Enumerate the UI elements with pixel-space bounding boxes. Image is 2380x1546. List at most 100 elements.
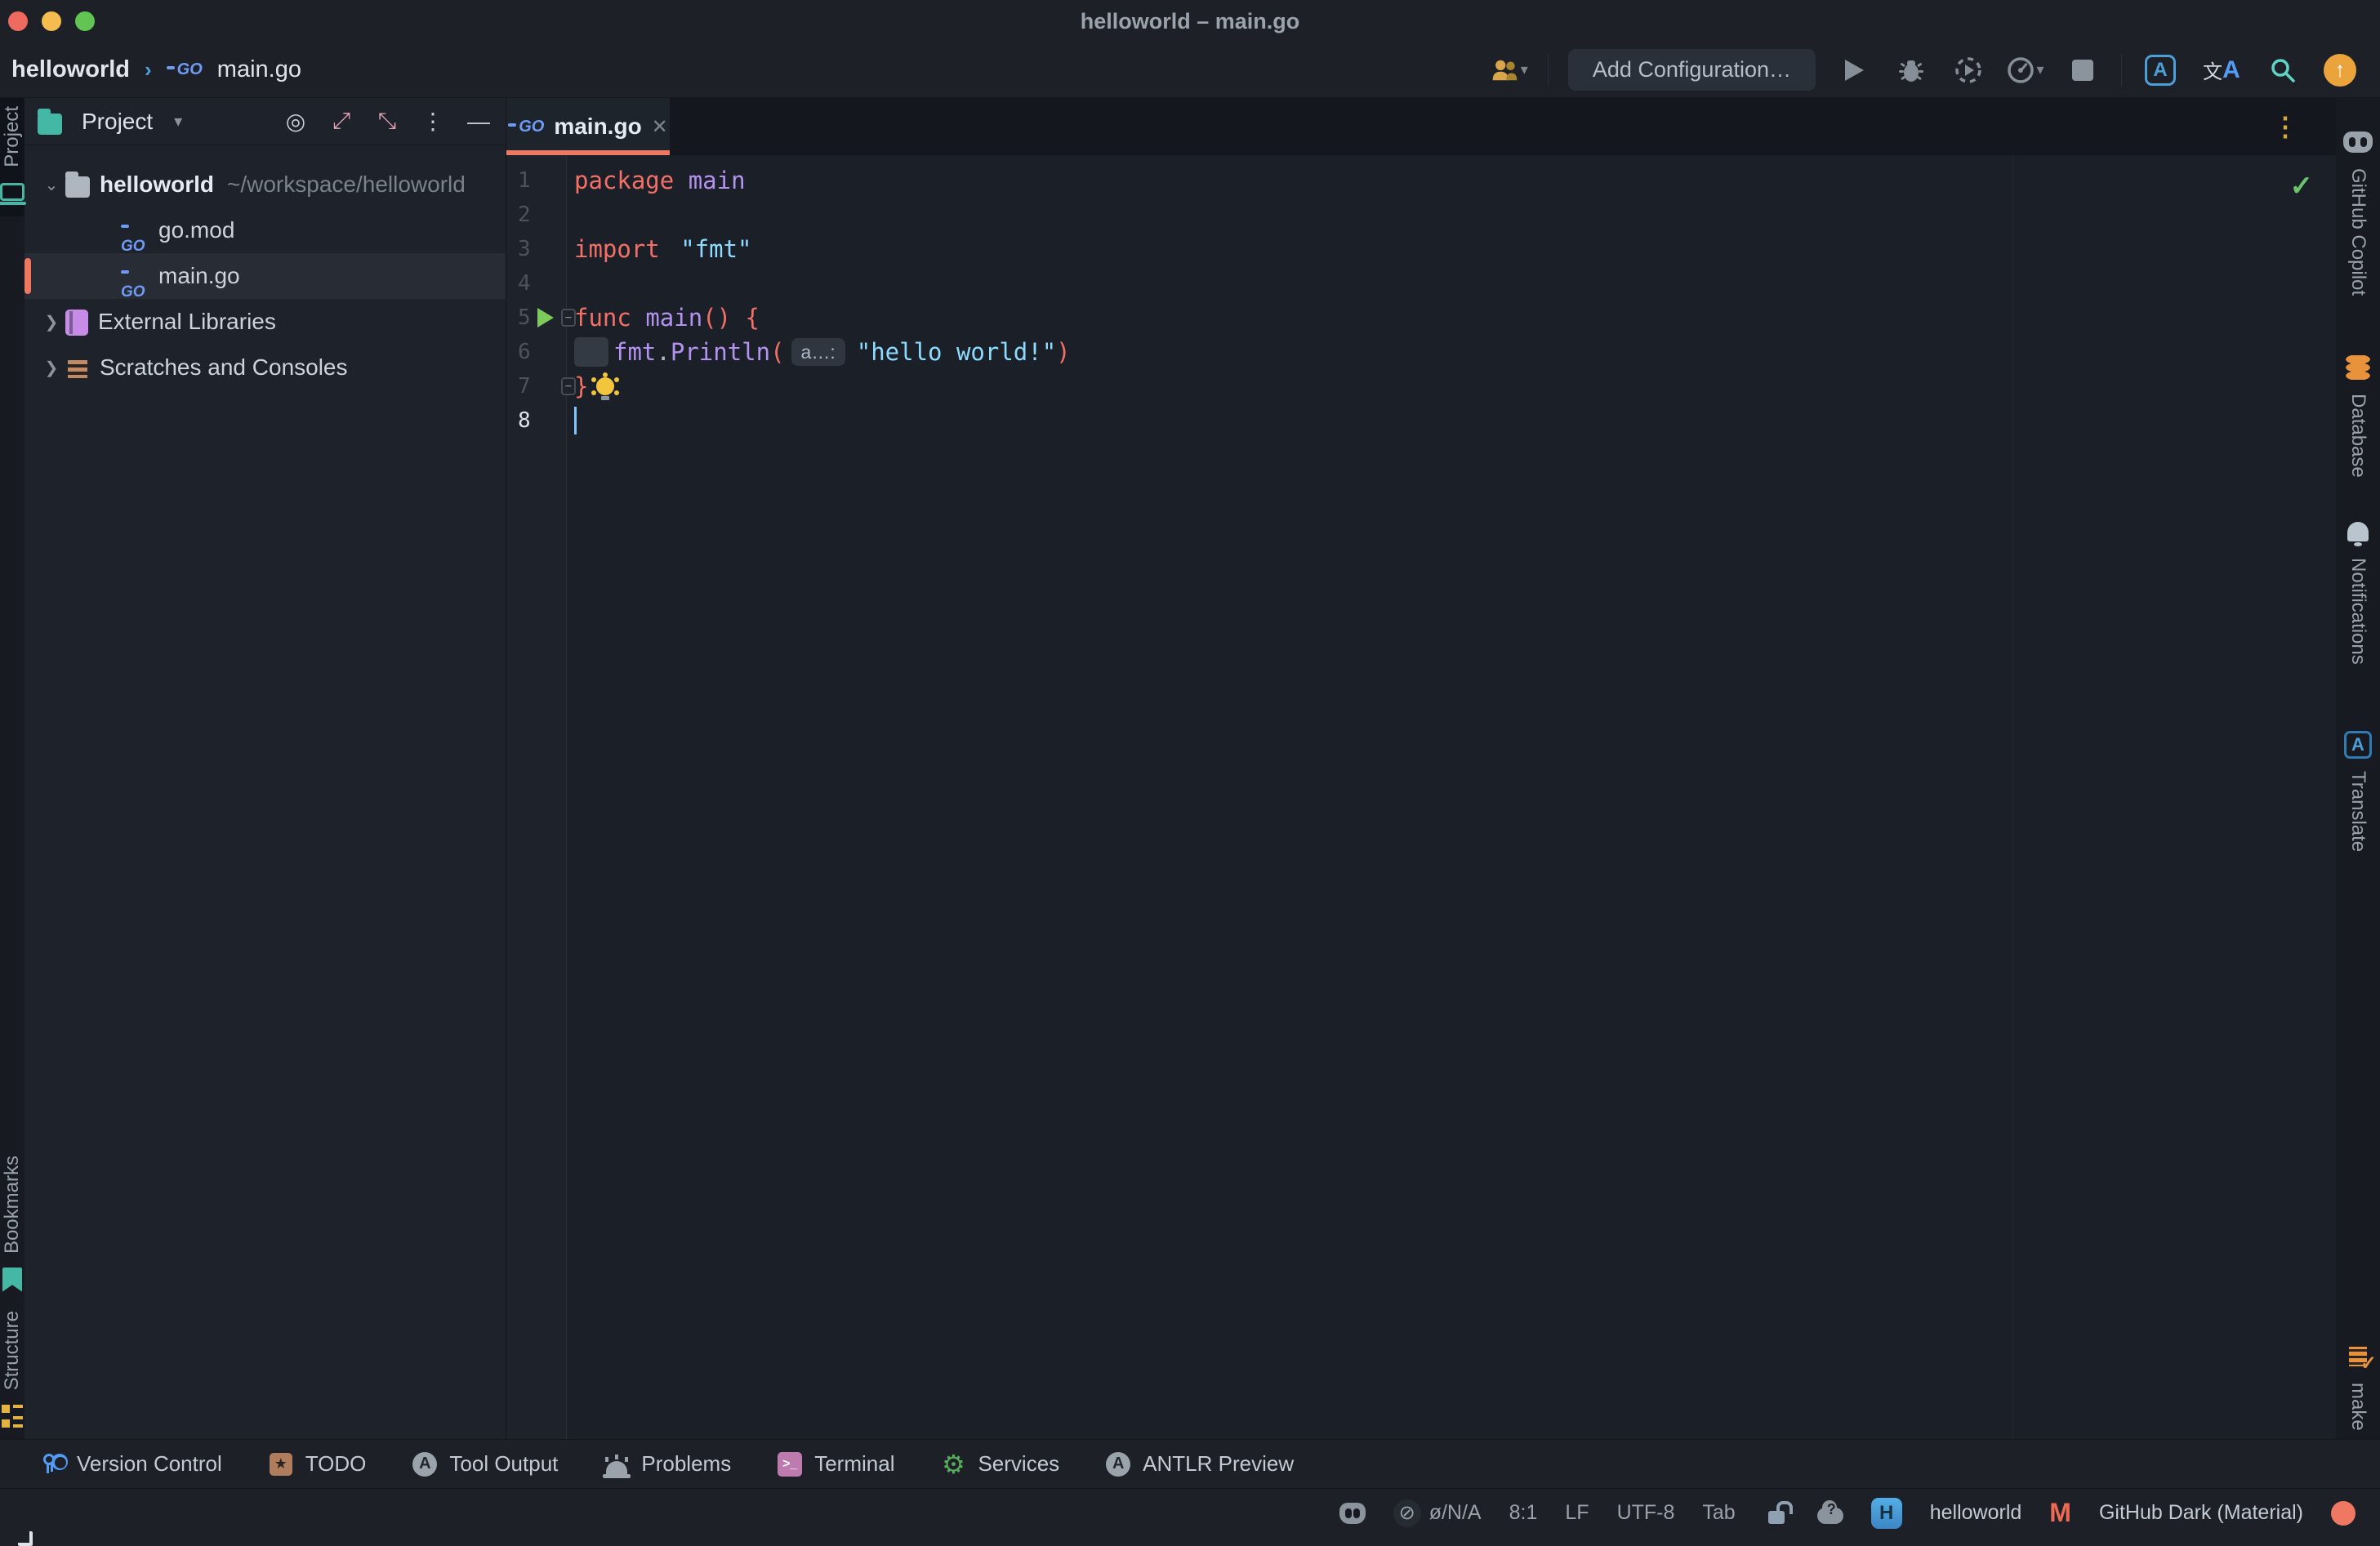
tab-main-go[interactable]: GO main.go ✕	[506, 98, 670, 155]
caret-position[interactable]: 8:1	[1509, 1501, 1538, 1525]
stripe-button-bookmarks[interactable]: Bookmarks	[0, 1147, 27, 1303]
tool-window-button-terminal[interactable]: >_Terminal	[770, 1451, 917, 1477]
tool-window-button-tool-output[interactable]: ATool Output	[405, 1451, 581, 1477]
run-with-coverage-button[interactable]	[1950, 51, 1987, 89]
code-token: fmt	[613, 335, 656, 369]
code-editor[interactable]: ✓ 1package main23import "fmt"45−func mai…	[506, 155, 2336, 1439]
code-line-8[interactable]: 8	[506, 403, 2336, 438]
line-number: 6	[506, 335, 567, 369]
theme-name[interactable]: GitHub Dark (Material)	[2099, 1501, 2303, 1525]
cloud-settings-icon[interactable]	[1817, 1500, 1843, 1526]
tool-window-button-label: ANTLR Preview	[1143, 1451, 1294, 1477]
locate-file-icon[interactable]: ◎	[282, 108, 310, 135]
code-token: package	[574, 163, 689, 198]
breadcrumb-file[interactable]: main.go	[217, 56, 301, 83]
stripe-label: Notifications	[2347, 558, 2369, 665]
copilot-icon	[2343, 131, 2373, 153]
debug-button[interactable]	[1892, 51, 1930, 89]
tool-window-button-services[interactable]: ⚙Services	[934, 1451, 1082, 1477]
tree-item-path: ~/workspace/helloworld	[227, 172, 466, 198]
terminal-icon: >_	[778, 1452, 802, 1477]
run-button[interactable]	[1835, 51, 1873, 89]
database-icon	[2346, 355, 2370, 380]
toolbar-separator	[1548, 54, 1549, 87]
indent-style[interactable]: Tab	[1702, 1501, 1735, 1525]
code-line-5[interactable]: 5−func main() {	[506, 301, 2336, 335]
line-number: 1	[506, 163, 567, 198]
ai-assistant-icon[interactable]: A	[2142, 51, 2179, 89]
code-with-me-icon[interactable]: ▾	[1491, 51, 1528, 89]
tree-item-label: main.go	[158, 263, 240, 289]
close-tab-icon[interactable]: ✕	[652, 115, 668, 139]
tree-item-helloworld[interactable]: ⌄ helloworld ~/workspace/helloworld	[25, 162, 506, 207]
chevron-right-icon[interactable]: ❯	[38, 358, 65, 378]
tool-window-button-todo[interactable]: ★TODO	[261, 1451, 390, 1477]
project-panel-title[interactable]: Project	[82, 109, 153, 135]
hide-panel-icon[interactable]: —	[465, 109, 492, 135]
memory-indicator[interactable]: ⊘ ø/N/A	[1393, 1499, 1482, 1527]
stripe-button-translate[interactable]: ATranslate	[2343, 722, 2373, 860]
tree-item-label: helloworld	[100, 172, 214, 198]
project-badge[interactable]: H	[1871, 1498, 1902, 1529]
stripe-button-make[interactable]: make	[2343, 1334, 2373, 1439]
line-number: 5−	[506, 301, 567, 335]
material-theme-icon[interactable]: M	[2049, 1498, 2071, 1528]
tree-item-label: External Libraries	[98, 309, 276, 335]
siren-icon	[604, 1451, 630, 1477]
go-icon: GO	[121, 262, 149, 290]
code-line-6[interactable]: 6fmt.Println(a…:"hello world!")	[506, 335, 2336, 369]
parameter-hint-chip: a…:	[791, 338, 845, 366]
code-token: )	[1056, 335, 1070, 369]
chevron-down-icon[interactable]: ⌄	[38, 175, 65, 195]
search-everywhere-icon[interactable]	[2264, 51, 2302, 89]
theme-accent-dot[interactable]	[2331, 1501, 2355, 1526]
chevron-right-icon[interactable]: ❯	[38, 312, 65, 332]
intention-bulb-icon[interactable]	[596, 377, 614, 395]
more-options-icon[interactable]: ⋮	[419, 108, 447, 135]
code-line-1[interactable]: 1package main	[506, 163, 2336, 198]
stripe-label: make	[2347, 1383, 2369, 1431]
gear-icon: ⚙	[942, 1449, 965, 1480]
go-icon: GO	[121, 216, 149, 244]
code-line-2[interactable]: 2	[506, 198, 2336, 232]
tree-item-main-go[interactable]: GO main.go	[25, 253, 506, 299]
stop-button[interactable]	[2064, 51, 2101, 89]
file-encoding[interactable]: UTF-8	[1617, 1501, 1675, 1525]
tree-item-external-libraries[interactable]: ❯ External Libraries	[25, 299, 506, 345]
tool-window-button-label: Tool Output	[449, 1451, 558, 1477]
code-line-content	[567, 198, 574, 232]
stripe-button-database[interactable]: Database	[2343, 345, 2373, 486]
profiler-button[interactable]: ▾	[2007, 51, 2044, 89]
tree-item-scratches-and-consoles[interactable]: ❯Scratches and Consoles	[25, 345, 506, 390]
code-line-3[interactable]: 3import "fmt"	[506, 232, 2336, 266]
translate-icon[interactable]: 文A	[2199, 51, 2244, 89]
stripe-button-structure[interactable]: Structure	[0, 1303, 27, 1439]
collapse-all-icon[interactable]: ⤡	[373, 108, 401, 135]
tree-item-go-mod[interactable]: GOgo.mod	[25, 207, 506, 253]
code-line-7[interactable]: 7−}	[506, 369, 2336, 403]
expand-all-icon[interactable]: ⤢	[328, 108, 355, 135]
stripe-button-github-copilot[interactable]: GitHub Copilot	[2343, 119, 2373, 304]
go-file-icon: GO	[167, 60, 203, 79]
line-separator[interactable]: LF	[1565, 1501, 1589, 1525]
update-available-icon[interactable]: ↑	[2321, 51, 2359, 89]
tab-label: main.go	[554, 114, 641, 140]
stripe-button-notifications[interactable]: Notifications	[2343, 509, 2373, 673]
tool-window-button-label: Problems	[641, 1451, 731, 1477]
unlock-icon[interactable]	[1763, 1500, 1789, 1526]
run-main-icon[interactable]	[537, 308, 554, 327]
status-project-name[interactable]: helloworld	[1930, 1501, 2022, 1525]
circle-a-icon: A	[1106, 1452, 1130, 1477]
tab-options-icon[interactable]: ⋮	[2272, 98, 2298, 155]
add-configuration-button[interactable]: Add Configuration…	[1568, 49, 1816, 91]
copilot-status-icon[interactable]	[1339, 1500, 1366, 1526]
tool-window-button-antlr-preview[interactable]: A ANTLR Preview	[1099, 1451, 1317, 1477]
breadcrumb-project[interactable]: helloworld	[11, 56, 130, 83]
stripe-button-project[interactable]: Project	[0, 98, 25, 216]
tool-window-button-version-control[interactable]: Version Control	[33, 1451, 245, 1477]
code-token: "fmt"	[680, 232, 751, 266]
tool-window-button-problems[interactable]: Problems	[597, 1451, 754, 1477]
chevron-down-icon[interactable]: ▾	[164, 111, 192, 131]
code-line-4[interactable]: 4	[506, 266, 2336, 301]
toolbar-right: ▾ Add Configuration… ▾ A 文A ↑	[1491, 49, 2380, 91]
